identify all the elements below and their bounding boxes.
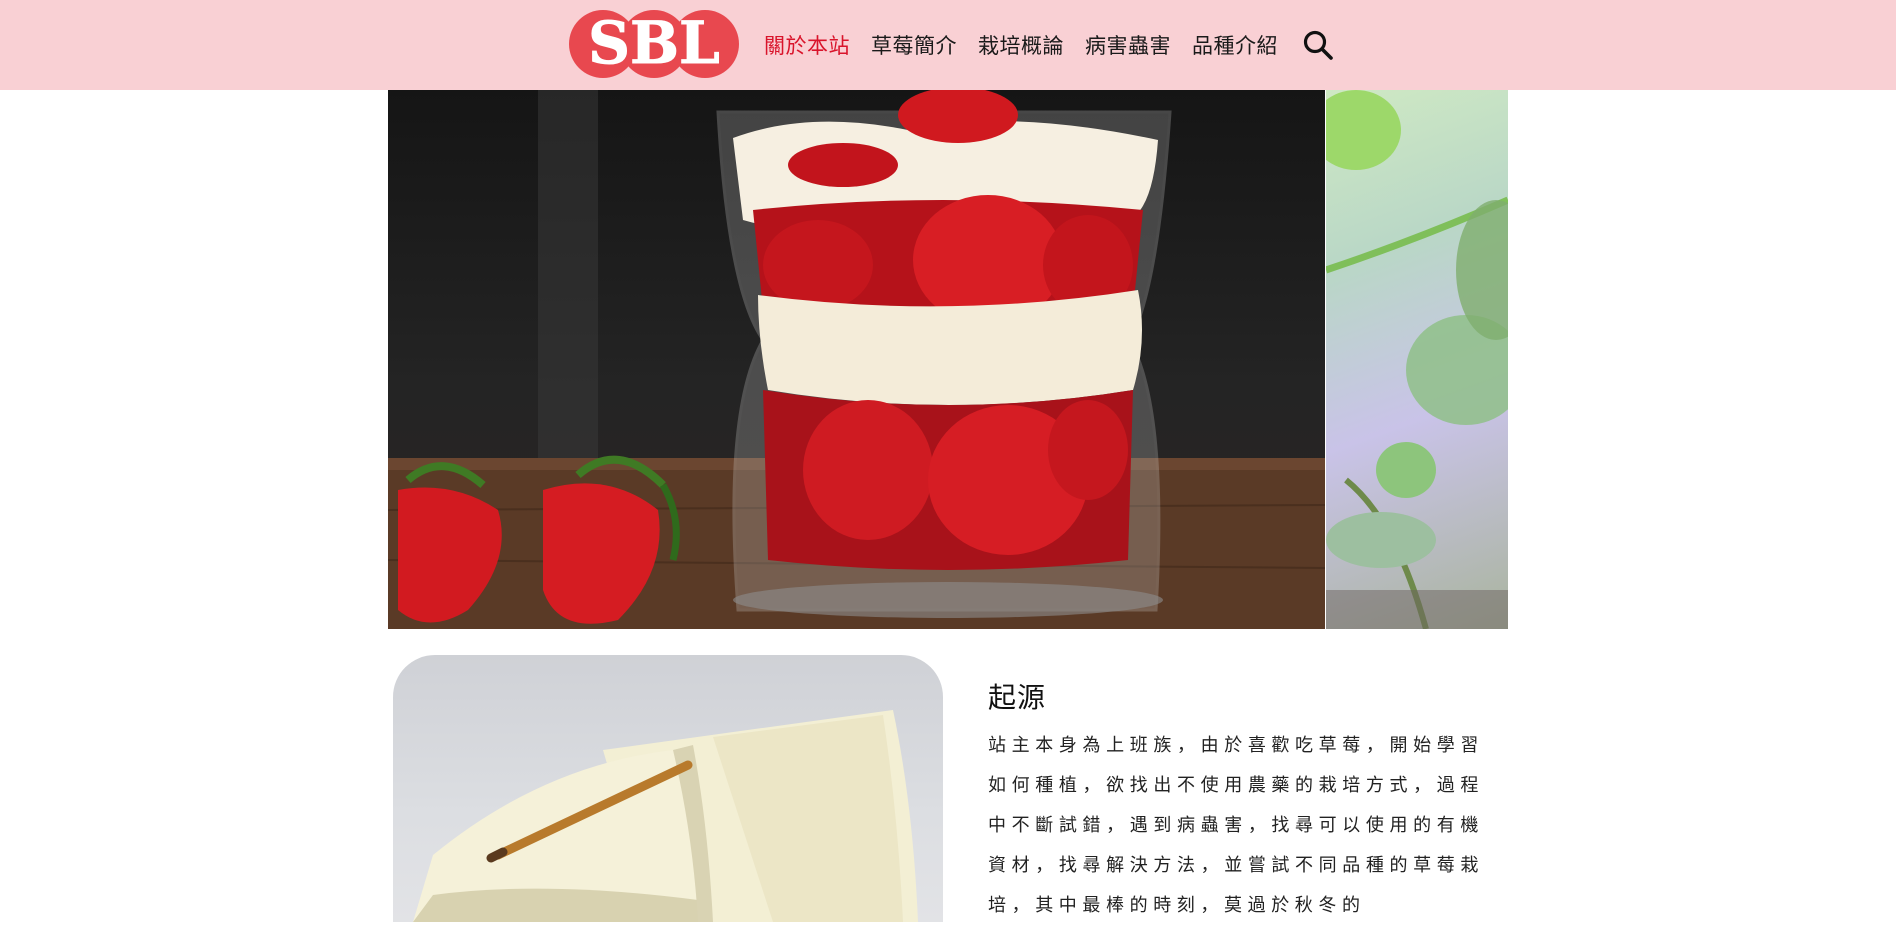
svg-text:SBL: SBL xyxy=(588,9,720,77)
logo-graphic: SBL xyxy=(569,9,739,78)
notebook-image xyxy=(393,655,943,922)
site-logo[interactable]: SBL xyxy=(568,9,740,79)
nav-item-varieties[interactable]: 品種介紹 xyxy=(1192,30,1278,60)
nav-item-strawberry-intro[interactable]: 草莓簡介 xyxy=(871,30,957,60)
site-header: SBL 關於本站 草莓簡介 栽培概論 病害蟲害 品種介紹 xyxy=(0,0,1896,90)
section-title: 起源 xyxy=(988,681,1047,714)
nav-item-about[interactable]: 關於本站 xyxy=(764,30,850,60)
hero-slide-strawberry-plant xyxy=(1326,90,1508,629)
hero-slider[interactable] xyxy=(388,90,1508,629)
hero-slide-strawberry-parfait xyxy=(388,90,1325,629)
origin-section: 起源 站主本身為上班族，由於喜歡吃草莓，開始學習如何種植，欲找出不使用農藥的栽培… xyxy=(988,676,1484,926)
search-icon[interactable] xyxy=(1302,29,1334,61)
nav-item-pests[interactable]: 病害蟲害 xyxy=(1085,30,1171,60)
main-nav: 關於本站 草莓簡介 栽培概論 病害蟲害 品種介紹 xyxy=(764,0,1299,90)
nav-item-cultivation[interactable]: 栽培概論 xyxy=(978,30,1064,60)
section-body: 站主本身為上班族，由於喜歡吃草莓，開始學習如何種植，欲找出不使用農藥的栽培方式，… xyxy=(988,735,1484,916)
